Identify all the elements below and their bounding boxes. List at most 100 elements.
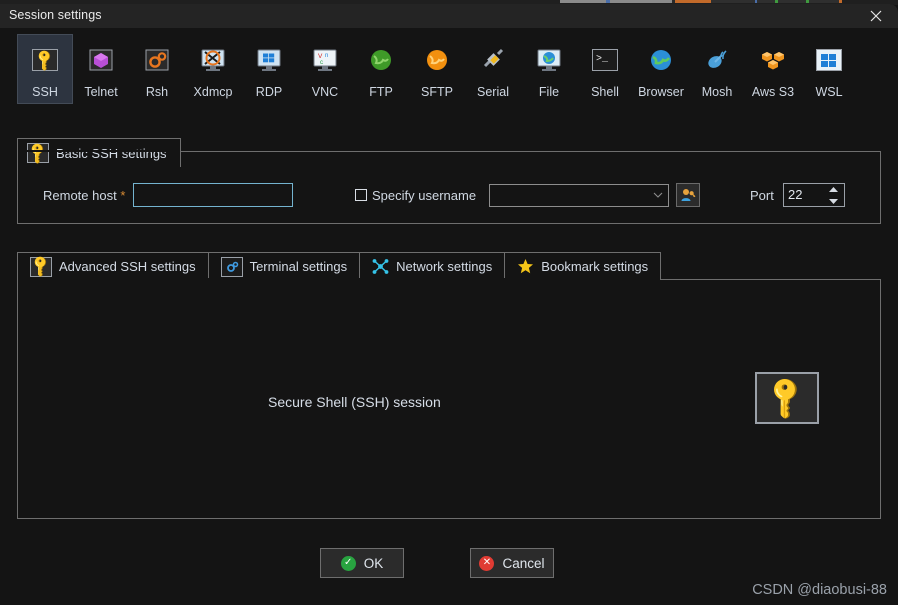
protocol-item-label: SSH: [32, 85, 58, 99]
lower-tab-terminal-settings[interactable]: Terminal settings: [207, 252, 361, 280]
session-illustration: 🔑: [755, 372, 819, 424]
windows-monitor-icon: [253, 44, 285, 76]
port-spinner[interactable]: 22: [783, 183, 845, 207]
protocol-item-label: WSL: [815, 85, 843, 99]
protocol-item-label: SFTP: [421, 85, 453, 99]
purple-cube-icon: [85, 44, 117, 76]
port-value: 22: [788, 187, 803, 202]
x-monitor-icon: [197, 44, 229, 76]
protocol-item-label: Xdmcp: [193, 85, 233, 99]
protocol-item-telnet[interactable]: Telnet: [73, 34, 129, 104]
protocol-item-label: VNC: [311, 85, 339, 99]
protocol-item-shell[interactable]: >_ Shell: [577, 34, 633, 104]
remote-host-label: Remote host *: [43, 188, 125, 203]
cancel-button[interactable]: ✕ Cancel: [470, 548, 554, 578]
username-combobox[interactable]: [489, 184, 669, 207]
protocol-item-label: Serial: [477, 85, 509, 99]
titlebar: Session settings: [0, 4, 898, 28]
blue-globe-icon: [645, 44, 677, 76]
background-window-segment: [778, 0, 806, 3]
specify-username-checkbox[interactable]: [355, 189, 367, 201]
lower-settings-panel: [17, 279, 881, 519]
required-marker: *: [120, 188, 126, 203]
protocol-item-label: Telnet: [84, 85, 118, 99]
serial-plug-icon: [477, 44, 509, 76]
key-icon: 🔑: [25, 140, 51, 166]
tab-seam-mask: [18, 150, 180, 152]
protocol-item-label: FTP: [369, 85, 393, 99]
remote-host-input[interactable]: [133, 183, 293, 207]
key-icon: 🔑: [32, 47, 58, 73]
background-window-segment: [757, 0, 775, 3]
ok-button[interactable]: ✓ OK: [320, 548, 404, 578]
user-key-icon: [681, 189, 696, 201]
lower-tabstrip: 🔑 Advanced SSH settings Terminal settings N…: [17, 252, 662, 280]
user-key-button[interactable]: [676, 183, 700, 207]
terminal-gear-icon: [220, 256, 243, 277]
satellite-dish-icon: [701, 44, 733, 76]
x-circle-icon: ✕: [479, 555, 495, 571]
svg-text:n: n: [325, 53, 328, 59]
key-icon: 🔑: [761, 372, 812, 423]
background-window-segment: [675, 0, 711, 3]
basic-ssh-settings-tab-label: Basic SSH settings: [56, 145, 167, 161]
background-window-segment: [610, 0, 672, 3]
check-circle-icon: ✓: [340, 555, 356, 571]
protocol-item-ftp[interactable]: FTP: [353, 34, 409, 104]
protocol-item-label: Browser: [638, 85, 684, 99]
session-description: Secure Shell (SSH) session: [268, 394, 441, 410]
green-globe-icon: [365, 44, 397, 76]
lower-tab-label: Network settings: [396, 259, 493, 274]
basic-ssh-settings-tab[interactable]: 🔑 Basic SSH settings: [17, 138, 181, 167]
protocol-item-label: RDP: [255, 85, 283, 99]
network-nodes-icon: [372, 258, 389, 275]
orange-gears-icon: [141, 44, 173, 76]
protocol-item-label: File: [538, 85, 560, 99]
chevron-up-icon[interactable]: [828, 186, 839, 193]
protocol-item-file[interactable]: File: [521, 34, 577, 104]
svg-text:c: c: [320, 60, 323, 66]
port-label: Port: [750, 188, 774, 203]
protocol-item-browser[interactable]: Browser: [633, 34, 689, 104]
file-monitor-icon: [533, 44, 565, 76]
protocol-item-aws-s3[interactable]: Aws S3: [745, 34, 801, 104]
protocol-item-ssh[interactable]: 🔑 SSH: [17, 34, 73, 104]
protocol-item-serial[interactable]: Serial: [465, 34, 521, 104]
close-icon[interactable]: [854, 4, 898, 28]
protocol-selector-bar: 🔑 SSH Telnet Rsh Xdmcp RDP Vn c VNC FTP SFTP Serial…: [0, 28, 898, 110]
protocol-item-sftp[interactable]: SFTP: [409, 34, 465, 104]
background-window-segment: [560, 0, 606, 3]
background-window-segment: [839, 0, 842, 3]
port-stepper-arrows[interactable]: [828, 186, 839, 205]
lower-tab-label: Bookmark settings: [541, 259, 649, 274]
key-icon: 🔑: [28, 253, 54, 280]
lower-tab-label: Terminal settings: [249, 259, 348, 274]
remote-host-label-text: Remote host: [43, 188, 117, 203]
protocol-item-rsh[interactable]: Rsh: [129, 34, 185, 104]
protocol-item-label: Rsh: [145, 85, 169, 99]
protocol-item-mosh[interactable]: Mosh: [689, 34, 745, 104]
lower-tab-network-settings[interactable]: Network settings: [359, 252, 506, 280]
terminal-prompt-icon: >_: [589, 44, 621, 76]
lower-tab-bookmark-settings[interactable]: Bookmark settings: [504, 252, 662, 280]
cancel-button-label: Cancel: [502, 555, 545, 571]
lower-tab-label: Advanced SSH settings: [59, 259, 196, 274]
panel-seam-mask: [18, 278, 659, 280]
chevron-down-icon: [653, 192, 663, 198]
protocol-item-wsl[interactable]: WSL: [801, 34, 857, 104]
protocol-item-vnc[interactable]: Vn c VNC: [297, 34, 353, 104]
watermark: CSDN @diaobusi-88: [752, 582, 887, 598]
protocol-item-rdp[interactable]: RDP: [241, 34, 297, 104]
vnc-monitor-icon: Vnc: [309, 44, 341, 76]
protocol-item-xdmcp[interactable]: Xdmcp: [185, 34, 241, 104]
protocol-item-label: Aws S3: [751, 85, 795, 99]
background-window-segment: [711, 0, 755, 3]
specify-username-label: Specify username: [372, 188, 477, 203]
ok-button-label: OK: [363, 555, 384, 571]
background-window-segment: [809, 0, 839, 3]
svg-text:V: V: [318, 53, 323, 60]
lower-tab-advanced-ssh-settings[interactable]: 🔑 Advanced SSH settings: [17, 252, 209, 280]
protocol-item-label: Shell: [591, 85, 619, 99]
orange-globe-icon: [421, 44, 453, 76]
chevron-down-icon[interactable]: [828, 198, 839, 205]
